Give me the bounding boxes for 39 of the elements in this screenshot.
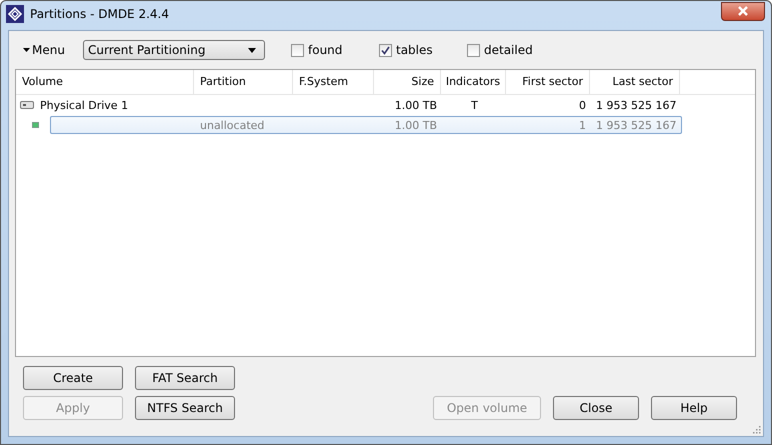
- table-cell: T: [471, 98, 478, 112]
- dropdown-caret-icon: [248, 48, 256, 52]
- table-cell: 1.00 TB: [394, 98, 437, 112]
- menu-caret-icon: [23, 48, 30, 52]
- table-cell: 0: [579, 98, 586, 112]
- table-cell: Physical Drive 1: [40, 98, 128, 112]
- checkbox[interactable]: [291, 44, 304, 56]
- button[interactable]: NTFS Search: [135, 396, 235, 420]
- drive-icon: [20, 101, 34, 109]
- table-cell: 1: [579, 118, 586, 132]
- resize-grip-icon: [753, 426, 761, 434]
- button[interactable]: Create: [23, 366, 123, 390]
- column-header[interactable]: First sector: [506, 70, 590, 94]
- window-title: Partitions - DMDE 2.4.4: [30, 7, 169, 21]
- close-button[interactable]: [721, 2, 765, 20]
- app-icon: [6, 5, 24, 23]
- checkbox-label: tables: [396, 43, 433, 57]
- column-header[interactable]: F.System: [293, 70, 374, 94]
- column-header[interactable]: Volume: [16, 70, 194, 94]
- table-cell: 1.00 TB: [394, 118, 437, 132]
- table-cell: unallocated: [200, 118, 264, 132]
- checkbox[interactable]: [467, 44, 480, 56]
- free-space-icon: [32, 122, 39, 128]
- column-header[interactable]: Indicators: [441, 70, 506, 94]
- table-cell: 1 953 525 167: [596, 118, 676, 132]
- checkbox-label: detailed: [484, 43, 533, 57]
- column-header[interactable]: Partition: [194, 70, 293, 94]
- view-dropdown[interactable]: Current Partitioning: [83, 40, 265, 60]
- close-icon: [737, 6, 749, 16]
- column-header[interactable]: Last sector: [590, 70, 680, 94]
- menu-button[interactable]: Menu: [15, 43, 83, 57]
- checkbox[interactable]: [379, 44, 392, 56]
- checkbox-label: found: [308, 43, 342, 57]
- table-row[interactable]: Physical Drive 1 1.00 TB T 0 1 953 525 167: [16, 96, 682, 114]
- column-header[interactable]: Size: [374, 70, 441, 94]
- table-cell: 1 953 525 167: [596, 98, 676, 112]
- button[interactable]: FAT Search: [135, 366, 235, 390]
- button[interactable]: Close: [553, 396, 639, 420]
- button[interactable]: Help: [651, 396, 737, 420]
